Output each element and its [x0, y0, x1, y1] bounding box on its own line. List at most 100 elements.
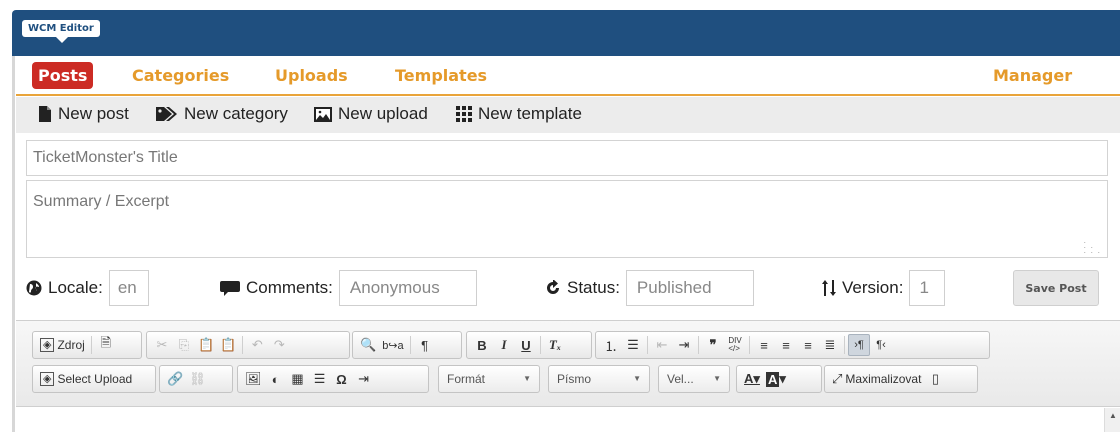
undo-icon[interactable]: ↶	[246, 334, 268, 356]
chevron-down-icon: ▼	[713, 374, 721, 383]
format-group: B I U Tₓ	[466, 331, 592, 359]
image-icon-button[interactable]: 🖼	[242, 368, 265, 390]
link-icon[interactable]: 🔗	[164, 368, 186, 390]
align-left-icon[interactable]: ≡	[753, 334, 775, 356]
scroll-up-icon[interactable]: ▲	[1109, 411, 1117, 420]
special-char-icon[interactable]: Ω	[331, 368, 353, 390]
underline-icon[interactable]: U	[515, 334, 537, 356]
locale-group: Locale: en	[26, 270, 149, 306]
main-nav: Posts Categories Uploads Templates Manag…	[16, 56, 1120, 96]
grid-icon	[456, 106, 472, 122]
rtl-icon[interactable]: ¶‹	[870, 334, 892, 356]
status-input[interactable]: Published	[625, 270, 754, 306]
remove-format-icon[interactable]: Tₓ	[544, 334, 566, 356]
app-brand[interactable]: WCM Editor	[22, 20, 100, 43]
format-select[interactable]: Formát ▼	[438, 365, 540, 393]
font-select[interactable]: Písmo ▼	[548, 365, 650, 393]
paste-icon[interactable]: 📋	[195, 334, 217, 356]
tools-group: ⤢ Maximalizovat ▯	[824, 365, 978, 393]
status-label: Status:	[567, 278, 620, 297]
size-select[interactable]: Vel... ▼	[658, 365, 730, 393]
title-input[interactable]: TicketMonster's Title	[26, 140, 1108, 176]
locale-input[interactable]: en	[108, 270, 149, 306]
color-group: A▾ A ▾	[736, 365, 822, 393]
new-category-label: New category	[184, 104, 288, 123]
tab-templates[interactable]: Templates	[395, 66, 487, 85]
align-right-icon[interactable]: ≡	[797, 334, 819, 356]
source-button[interactable]: ◈ Zdroj	[37, 334, 88, 356]
new-post-button[interactable]: New post	[38, 104, 129, 124]
clipboard-group: ✂ ⎘ 📋 📋 ↶ ↷	[146, 331, 350, 359]
tab-uploads[interactable]: Uploads	[275, 66, 348, 85]
indent-icon[interactable]: ⇥	[673, 334, 695, 356]
bulleted-list-icon[interactable]: ☰	[622, 334, 644, 356]
replace-icon[interactable]: b↪a	[379, 334, 406, 356]
scrollbar[interactable]: ▲	[1104, 408, 1120, 432]
horizontal-rule-icon[interactable]: ☰	[309, 368, 331, 390]
save-post-button[interactable]: Save Post	[1013, 270, 1099, 306]
find-icon[interactable]: 🔍	[357, 334, 379, 356]
numbered-list-icon[interactable]: ⒈	[600, 334, 622, 356]
new-template-button[interactable]: New template	[456, 104, 582, 124]
div-container-icon[interactable]: DIV </>	[724, 334, 746, 356]
new-post-label: New post	[58, 104, 129, 123]
tab-categories[interactable]: Categories	[132, 66, 229, 85]
select-upload-group: ◈ Select Upload	[32, 365, 156, 393]
size-select-label: Vel...	[667, 372, 694, 386]
source-icon: ◈	[40, 338, 55, 352]
image-icon	[314, 106, 332, 122]
new-category-button[interactable]: New category	[156, 104, 288, 124]
new-template-label: New template	[478, 104, 582, 123]
new-upload-button[interactable]: New upload	[314, 104, 428, 124]
version-input[interactable]: 1	[909, 270, 946, 306]
resize-grip-icon[interactable]: .. .. . .	[1083, 236, 1101, 255]
text-color-icon[interactable]: A▾	[741, 368, 763, 390]
comments-input[interactable]: Anonymous	[338, 270, 477, 306]
table-icon[interactable]: ▦	[287, 368, 309, 390]
ltr-icon[interactable]: ›¶	[848, 334, 870, 356]
tab-posts[interactable]: Posts	[32, 62, 94, 89]
paragraph-group: ⒈ ☰ ⇤ ⇥ ❞ DIV </> ≡ ≡ ≡ ≣ ›¶ ¶‹	[595, 331, 990, 359]
version-label: Version:	[842, 278, 904, 297]
status-group: Status: Published	[545, 270, 754, 306]
bg-color-icon[interactable]: A ▾	[763, 368, 789, 390]
version-group: Version: 1	[822, 270, 946, 306]
blockquote-icon[interactable]: ❞	[702, 334, 724, 356]
find-group: 🔍 b↪a ¶	[352, 331, 462, 359]
italic-icon[interactable]: I	[493, 334, 515, 356]
show-blocks-icon[interactable]: ▯	[924, 368, 946, 390]
maximize-icon: ⤢	[832, 371, 843, 386]
flash-icon[interactable]: ◐	[265, 368, 287, 390]
rich-text-editor: ◈ Zdroj 🗎 ✂ ⎘ 📋 📋 ↶ ↷ 🔍 b↪a ¶ B I U Tₓ ⒈…	[16, 320, 1120, 432]
locale-label: Locale:	[48, 278, 103, 297]
justify-icon[interactable]: ≣	[819, 334, 841, 356]
sort-icon	[822, 280, 836, 296]
tab-manager[interactable]: Manager	[993, 66, 1072, 85]
outdent-icon[interactable]: ⇤	[651, 334, 673, 356]
format-select-label: Formát	[447, 372, 486, 386]
align-center-icon[interactable]: ≡	[775, 334, 797, 356]
templates-icon[interactable]: 🗎	[95, 334, 117, 356]
summary-input[interactable]: Summary / Excerpt .. .. . .	[26, 180, 1108, 258]
paste-text-icon[interactable]: 📋	[217, 334, 239, 356]
editor-content[interactable]	[16, 408, 1120, 432]
chevron-down-icon: ▼	[633, 374, 641, 383]
select-upload-button[interactable]: ◈ Select Upload	[37, 368, 135, 390]
source-group: ◈ Zdroj 🗎	[32, 331, 142, 359]
redo-icon[interactable]: ↷	[268, 334, 290, 356]
globe-icon	[26, 280, 42, 296]
comments-label: Comments:	[246, 278, 333, 297]
editor-toolbar: ◈ Zdroj 🗎 ✂ ⎘ 📋 📋 ↶ ↷ 🔍 b↪a ¶ B I U Tₓ ⒈…	[16, 321, 1120, 407]
font-select-label: Písmo	[557, 372, 592, 386]
comments-group: Comments: Anonymous	[220, 270, 477, 306]
spellcheck-icon[interactable]: ¶	[414, 334, 436, 356]
page-break-icon[interactable]: ⇥	[353, 368, 375, 390]
copy-icon[interactable]: ⎘	[173, 334, 195, 356]
unlink-icon[interactable]: ⛓	[186, 368, 209, 390]
cut-icon[interactable]: ✂	[151, 334, 173, 356]
maximize-button[interactable]: ⤢ Maximalizovat	[829, 368, 924, 390]
tags-icon	[156, 107, 177, 121]
bold-icon[interactable]: B	[471, 334, 493, 356]
share-icon	[547, 280, 559, 294]
comment-icon	[220, 281, 240, 296]
